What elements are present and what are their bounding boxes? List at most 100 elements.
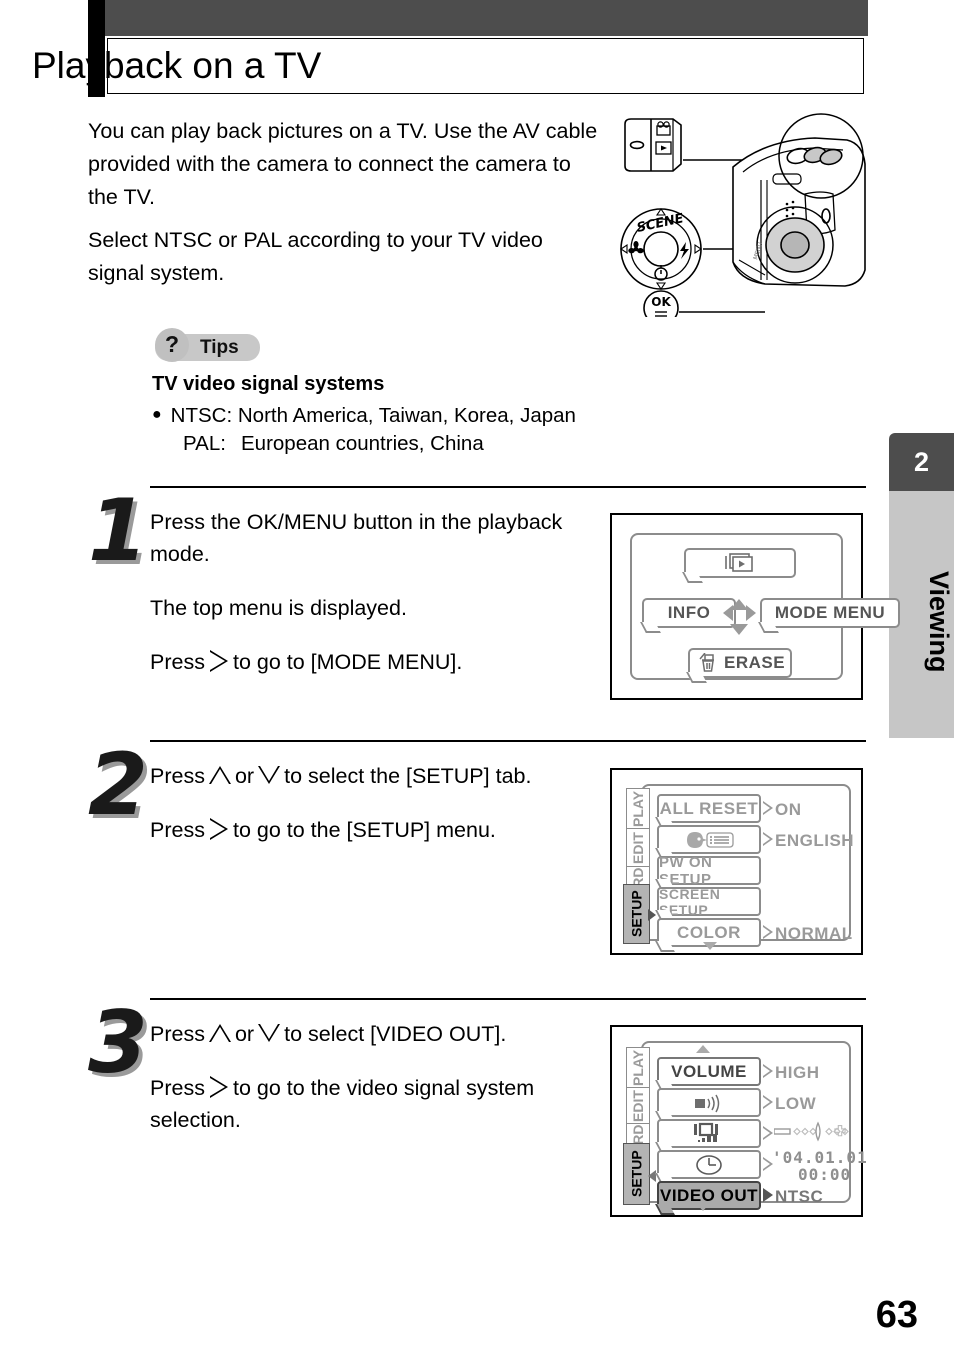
row-pw-on-setup[interactable]: PW ON SETUP xyxy=(657,854,761,888)
step-3-instruction: Press or to select [VIDEO OUT]. xyxy=(150,1018,610,1050)
step-2-instruction: Press or to select the [SETUP] tab. xyxy=(150,760,650,792)
language-speech-icon xyxy=(687,831,734,848)
camera-illustration: SCENE OK MENU xyxy=(620,113,866,317)
tab-play[interactable]: PLAY xyxy=(626,788,650,830)
step-3-or: or xyxy=(234,1022,255,1046)
row-beep[interactable] xyxy=(657,1088,761,1117)
mode-menu-button[interactable]: MODE MENU xyxy=(760,598,900,628)
step-1-press-after: to go to [MODE MENU]. xyxy=(232,650,463,674)
page-title: Playback on a TV xyxy=(32,45,322,86)
value-arrow-icon xyxy=(763,1064,774,1078)
tips-label: Tips xyxy=(200,337,239,358)
step-divider xyxy=(150,998,866,1000)
row-language[interactable] xyxy=(657,825,761,854)
step-divider xyxy=(150,486,866,488)
step-2-press-after: to select the [SETUP] xyxy=(284,764,490,788)
triangle-down-icon xyxy=(258,1024,281,1043)
value-arrow-icon xyxy=(763,1095,774,1109)
step-2-press2: Press to go to the [SETUP] menu. xyxy=(150,814,650,846)
step-number: 2 xyxy=(88,735,148,835)
row-volume[interactable]: VOLUME xyxy=(657,1057,761,1086)
chapter-number: 2 xyxy=(889,433,954,491)
row-date-time[interactable] xyxy=(657,1150,761,1179)
value-arrow-icon xyxy=(763,1126,774,1140)
value-volume-low: LOW xyxy=(775,1094,817,1113)
tips-ntsc-label: NTSC: xyxy=(170,404,233,427)
step-3-press2-before: Press xyxy=(150,1076,205,1100)
value-arrow-icon xyxy=(763,801,774,815)
triangle-down-icon xyxy=(258,766,281,785)
step-2-or: or xyxy=(234,764,255,788)
header-gray-band xyxy=(105,0,868,36)
intro-paragraph-1: You can play back pictures on a TV. Use … xyxy=(88,119,598,209)
scroll-down-icon xyxy=(703,942,717,950)
value-arrow-icon xyxy=(763,1188,774,1202)
tips-ntsc-value: North America, Taiwan, Korea, Japan xyxy=(237,404,576,427)
tab-pointer-icon xyxy=(648,1170,656,1182)
value-language: ENGLISH xyxy=(775,831,855,850)
step-3-press2: Press to go to the video signal system se… xyxy=(150,1072,610,1136)
triangle-up-icon xyxy=(208,1024,231,1043)
flash-icon xyxy=(680,242,689,259)
value-all-reset: ON xyxy=(775,800,802,819)
lcd-top-menu-screenshot: INFO MODE MENU ERASE xyxy=(610,513,900,700)
monitor-brightness-icon xyxy=(694,1122,718,1142)
row-brightness[interactable] xyxy=(657,1119,761,1148)
tab-edit[interactable]: EDIT xyxy=(626,1087,650,1125)
tab-edit[interactable]: EDIT xyxy=(626,828,650,868)
triangle-right-icon xyxy=(209,650,228,672)
bullet-icon: ● xyxy=(152,406,162,423)
speaker-volume-icon xyxy=(695,1094,720,1112)
info-button[interactable]: INFO xyxy=(642,598,736,628)
arrow-right-icon xyxy=(746,605,756,621)
step-2-press2-after: to go to the [SETUP] menu. xyxy=(232,818,496,842)
step-3-press-end: OUT]. xyxy=(449,1022,507,1046)
erase-button[interactable]: ERASE xyxy=(688,648,792,678)
step-2-press-end: tab. xyxy=(495,764,532,788)
tips-heading: TV video signal systems xyxy=(152,373,385,395)
value-time: 00:00 xyxy=(798,1165,852,1184)
triangle-right-icon xyxy=(209,1076,228,1098)
page-number: 63 xyxy=(875,1294,918,1336)
brightness-slider[interactable] xyxy=(774,1121,856,1143)
value-arrow-icon xyxy=(763,832,774,846)
tips-item-pal: PAL: European countries, China xyxy=(183,429,484,458)
step-2-press2-before: Press xyxy=(150,818,205,842)
step-1-press: Press to go to [MODE MENU]. xyxy=(150,646,610,678)
step-2-press-before: Press xyxy=(150,764,205,788)
trash-erase-icon xyxy=(699,653,714,672)
tips-pal-value: European countries, China xyxy=(241,432,484,455)
question-mark-icon: ? xyxy=(155,328,189,362)
row-all-reset[interactable]: ALL RESET xyxy=(657,794,761,823)
lcd-setup-menu-screenshot: PLAY EDIT CARD SETUP ALL RESET ON ENGLIS… xyxy=(610,768,863,955)
tab-setup[interactable]: SETUP xyxy=(623,884,650,944)
step-divider xyxy=(150,740,866,742)
step-number: 3 xyxy=(88,993,148,1093)
scroll-down-icon xyxy=(696,1203,710,1211)
intro-paragraph-2: Select NTSC or PAL according to your TV … xyxy=(88,228,543,285)
scroll-up-icon xyxy=(696,1045,710,1053)
value-volume-high: HIGH xyxy=(775,1063,820,1082)
slideshow-icon xyxy=(725,553,753,572)
step-1-line-1: Press the OK/MENU button in the xyxy=(150,510,472,534)
lcd-video-out-screenshot: PLAY EDIT CARD SETUP VOLUME HIGH LOW xyxy=(610,1025,867,1217)
step-number: 1 xyxy=(88,481,148,581)
slideshow-icon-button[interactable] xyxy=(684,548,796,578)
triangle-up-icon xyxy=(208,766,231,785)
tips-pal-label: PAL: xyxy=(183,432,226,455)
step-1-note: The top menu is displayed. xyxy=(150,596,407,620)
row-screen-setup[interactable]: SCREEN SETUP xyxy=(657,886,761,918)
step-3-press-before: Press xyxy=(150,1022,205,1046)
tab-play[interactable]: PLAY xyxy=(626,1047,650,1089)
triangle-right-icon xyxy=(209,818,228,840)
step-3-press-after: to select [VIDEO xyxy=(284,1022,444,1046)
tab-setup[interactable]: SETUP xyxy=(623,1143,650,1205)
value-arrow-icon xyxy=(763,925,774,939)
ok-button-label: OK xyxy=(651,295,671,309)
step-1-press-before: Press xyxy=(150,650,205,674)
erase-button-label: ERASE xyxy=(724,653,786,672)
tips-item-ntsc: ● NTSC: North America, Taiwan, Korea, Jap… xyxy=(152,400,576,430)
step-1-instruction: Press the OK/MENU button in the playback… xyxy=(150,506,610,570)
arrow-down-icon xyxy=(730,624,748,635)
step-3-press2-after: to go to the video signal xyxy=(232,1076,461,1100)
